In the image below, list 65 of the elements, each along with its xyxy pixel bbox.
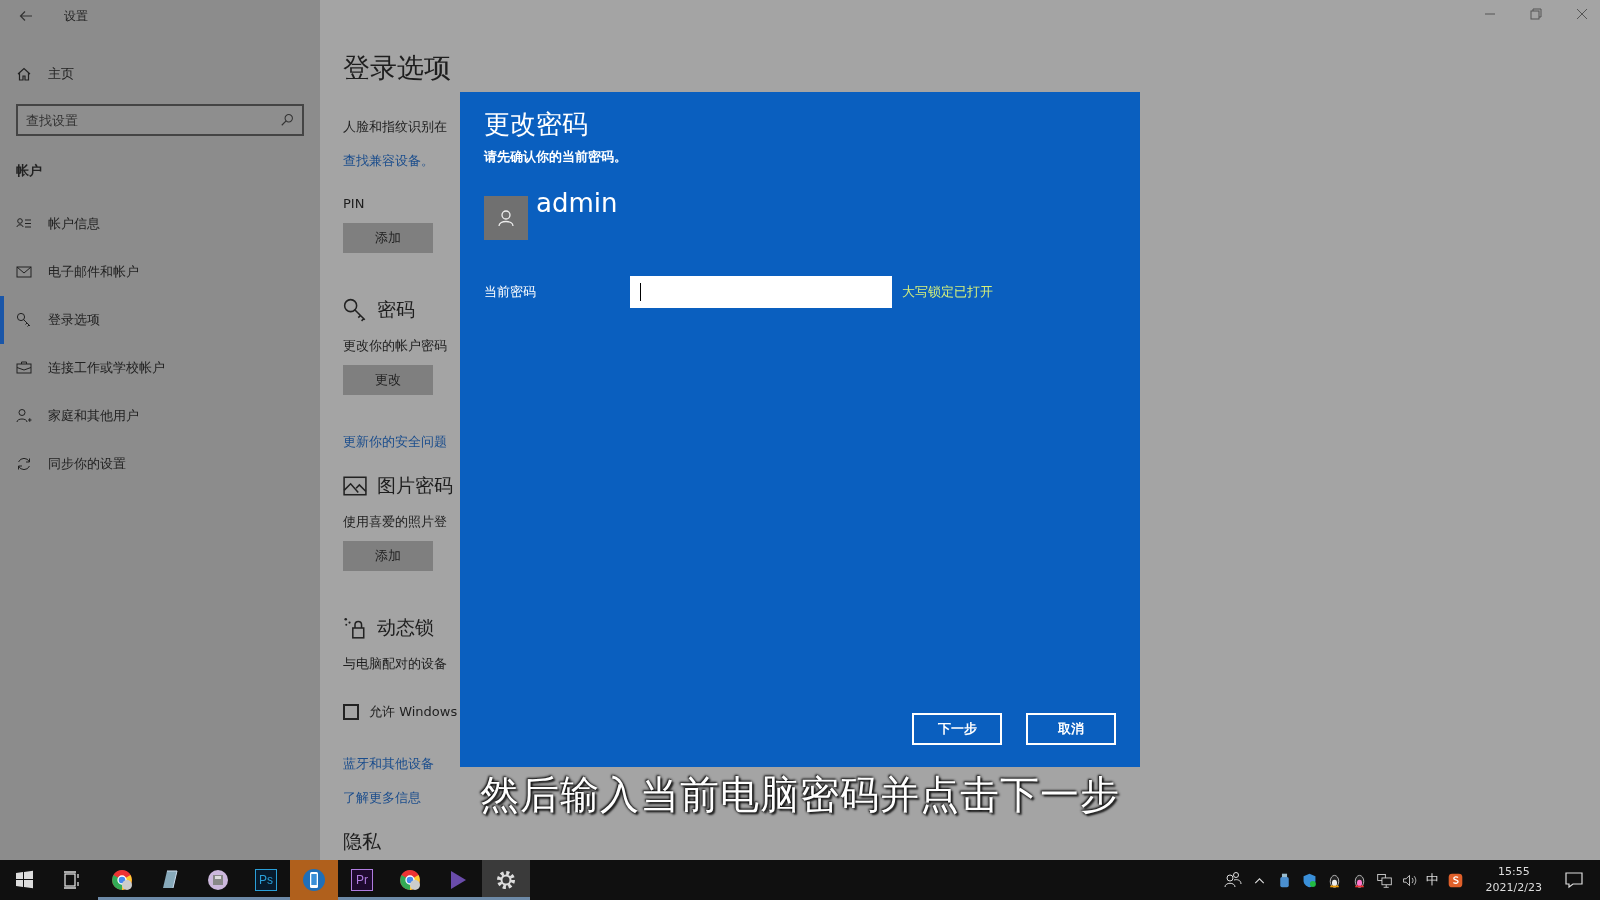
network-icon[interactable] (1375, 871, 1393, 889)
input-method-indicator[interactable]: 中 (1425, 871, 1439, 889)
nav-item[interactable]: 家庭和其他用户 (0, 392, 304, 440)
close-icon[interactable] (1576, 8, 1588, 20)
cancel-button[interactable]: 取消 (1026, 713, 1116, 745)
setting-button[interactable]: 添加 (343, 541, 433, 572)
section-heading: 密码 (377, 297, 415, 323)
setting-button[interactable]: 更改 (343, 365, 433, 396)
app-logo: Ps (255, 869, 277, 891)
person-add-icon (16, 408, 32, 424)
nav-item[interactable]: 同步你的设置 (0, 440, 304, 488)
disk-icon (206, 868, 230, 892)
link[interactable]: 了解更多信息 (343, 789, 421, 808)
avatar (484, 195, 528, 240)
nav-item[interactable]: 连接工作或学校帐户 (0, 344, 304, 392)
taskbar-app[interactable]: Pr (338, 860, 386, 900)
nav-item[interactable]: 登录选项 (0, 296, 304, 344)
description-text: 人脸和指纹识别在 (343, 118, 447, 137)
lock-icon (343, 616, 367, 641)
settings-icon (494, 868, 518, 892)
subtitle-caption: 然后输入当前电脑密码并点击下一步 (480, 771, 1120, 819)
taskbar-app[interactable] (290, 860, 338, 900)
description-text: 使用喜爱的照片登 (343, 513, 447, 532)
next-button[interactable]: 下一步 (912, 713, 1002, 745)
browser-icon (398, 868, 422, 892)
key-icon (343, 298, 367, 323)
section-heading: 动态锁 (377, 615, 434, 641)
app-logo: Pr (351, 869, 373, 891)
nav-item[interactable]: 帐户信息 (0, 200, 304, 248)
section-heading: 隐私 (343, 829, 381, 855)
checkbox[interactable]: 允许 Windows (343, 703, 458, 722)
back-arrow-icon[interactable] (18, 8, 34, 24)
window-title: 设置 (64, 7, 88, 25)
briefcase-icon (16, 360, 32, 376)
link[interactable]: 查找兼容设备。 (343, 152, 434, 171)
mail-icon (16, 264, 32, 280)
link[interactable]: 更新你的安全问题 (343, 433, 447, 452)
key-icon (16, 312, 32, 328)
page-title: 登录选项 (343, 52, 451, 85)
setting-label: PIN (343, 196, 365, 212)
ime-app-icon[interactable] (1446, 871, 1464, 889)
description-text: 与电脑配对的设备 (343, 655, 447, 674)
dialog-title: 更改密码 (484, 108, 589, 141)
search-icon (280, 113, 294, 127)
clock[interactable]: 15:55 2021/2/23 (1485, 864, 1542, 896)
notification-icon[interactable] (1564, 870, 1584, 890)
nav-item[interactable]: 电子邮件和帐户 (0, 248, 304, 296)
section-heading: 帐户 (16, 162, 43, 180)
taskbar-app[interactable] (482, 860, 530, 900)
dialog-subtitle: 请先确认你的当前密码。 (484, 147, 628, 166)
home-icon (16, 66, 32, 82)
field-label: 当前密码 (484, 282, 537, 301)
home-nav-item[interactable]: 主页 (16, 62, 304, 86)
sync-icon (16, 456, 32, 472)
password-field[interactable] (630, 275, 892, 308)
user-name: admin (536, 187, 618, 218)
setting-button[interactable]: 添加 (343, 223, 433, 254)
caps-lock-warning: 大写锁定已打开 (902, 282, 993, 301)
link[interactable]: 蓝牙和其他设备 (343, 755, 434, 774)
browser-icon (110, 868, 134, 892)
people-icon[interactable] (1222, 870, 1243, 890)
section-heading: 图片密码 (377, 473, 453, 499)
description-text: 更改你的帐户密码 (343, 337, 447, 356)
phone-icon (302, 868, 326, 892)
search-field[interactable]: 查找设置 (16, 104, 304, 136)
